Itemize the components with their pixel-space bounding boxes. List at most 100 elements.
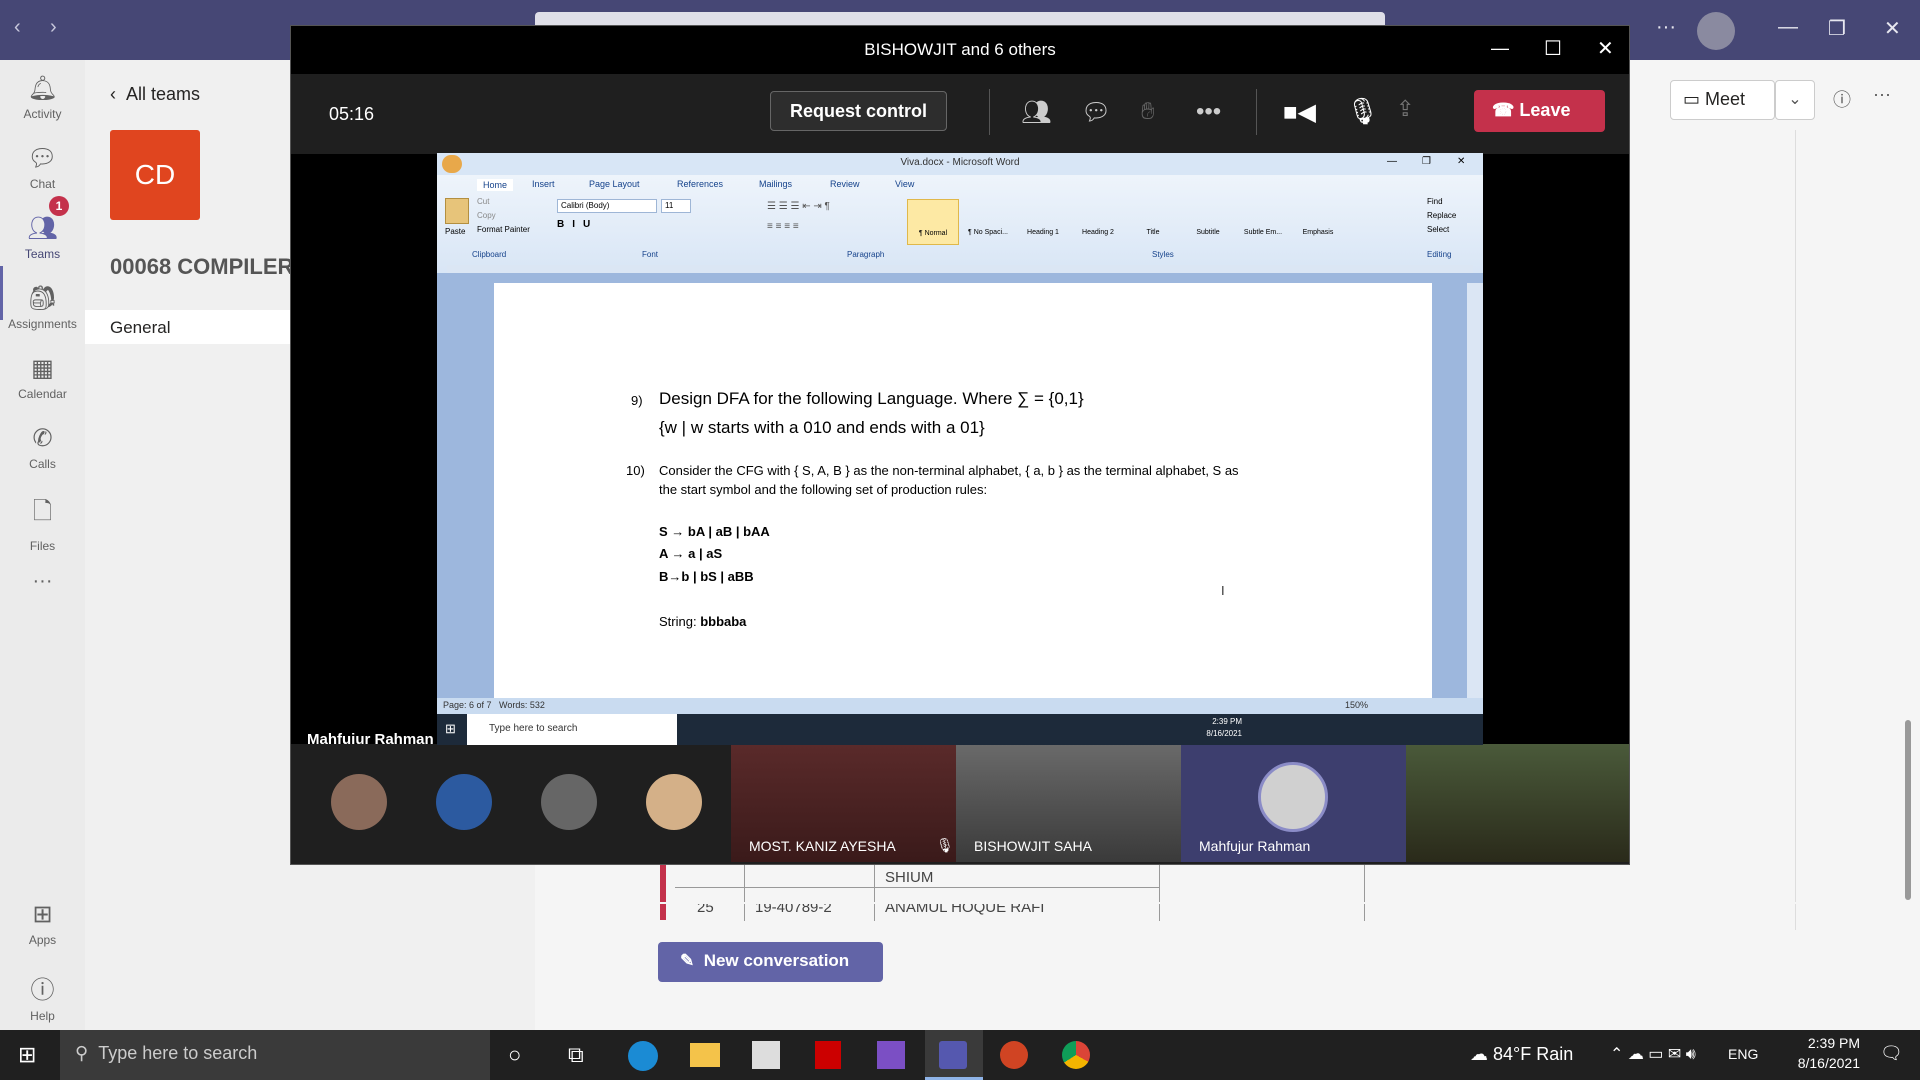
mic-muted-icon: 🎙︎ [936, 837, 954, 853]
style-title[interactable]: Title [1127, 199, 1179, 245]
rail-calendar[interactable]: ▦ Calendar [0, 354, 85, 401]
new-conversation-button[interactable]: ✎ New conversation [658, 942, 883, 982]
style-heading-1[interactable]: Heading 1 [1017, 199, 1069, 245]
close-icon[interactable]: ✕ [1597, 36, 1614, 61]
participant-avatar[interactable] [331, 774, 387, 830]
paste-label[interactable]: Paste [445, 227, 465, 236]
ribbon-tab-view[interactable]: View [895, 179, 914, 189]
all-teams-link[interactable]: ‹ All teams [110, 84, 200, 105]
font-size-select[interactable]: 11 [661, 199, 691, 213]
leave-button[interactable]: ☎ Leave [1474, 90, 1605, 132]
participants-icon[interactable]: 👥︎ [1021, 98, 1051, 127]
format-painter-button[interactable]: Format Painter [477, 225, 530, 234]
minimize-icon[interactable]: — [1778, 16, 1798, 39]
clock-date[interactable]: 8/16/2021 [1770, 1055, 1860, 1071]
align-icons[interactable]: ≡ ≡ ≡ ≡ [767, 221, 799, 232]
cortana-icon[interactable]: ○ [508, 1042, 521, 1068]
select-button[interactable]: Select [1427, 225, 1449, 234]
vertical-scrollbar[interactable] [1467, 283, 1483, 698]
list-icons[interactable]: ☰ ☰ ☰ ⇤ ⇥ ¶ [767, 201, 830, 212]
zoom-level[interactable]: 150% [1345, 700, 1368, 710]
style-no-spacing[interactable]: ¶ No Spaci... [962, 199, 1014, 245]
rail-apps[interactable]: ⊞ Apps [0, 900, 85, 947]
copy-button[interactable]: Copy [477, 211, 496, 220]
minimize-icon[interactable]: — [1491, 38, 1509, 59]
style-subtitle[interactable]: Subtitle [1182, 199, 1234, 245]
rail-activity[interactable]: 🔔︎ Activity [0, 74, 85, 121]
participant-avatar[interactable] [646, 774, 702, 830]
ribbon-tab-page-layout[interactable]: Page Layout [589, 179, 640, 189]
request-control-button[interactable]: Request control [770, 91, 947, 131]
ribbon-tab-review[interactable]: Review [830, 179, 860, 189]
more-apps-icon[interactable]: ··· [0, 570, 85, 593]
meet-dropdown-chevron-icon[interactable]: ⌄ [1775, 80, 1815, 120]
text-cursor-icon: I [1221, 583, 1225, 598]
more-options-icon[interactable]: ··· [1873, 84, 1891, 105]
paste-icon[interactable] [445, 198, 469, 224]
maximize-icon[interactable]: ☐ [1544, 36, 1562, 61]
rail-chat[interactable]: 💬︎ Chat [0, 144, 85, 191]
meet-button[interactable]: ▭ Meet [1670, 80, 1775, 120]
system-tray-icons[interactable]: ⌃ ☁ ▭ ✉ 🔊︎ [1610, 1044, 1696, 1064]
notifications-icon[interactable]: 🗨︎ [1880, 1043, 1903, 1064]
style-subtle-emphasis[interactable]: Subtle Em... [1237, 199, 1289, 245]
close-icon[interactable]: ✕ [1457, 156, 1465, 167]
ribbon-tab-insert[interactable]: Insert [532, 179, 555, 189]
style-normal[interactable]: ¶ Normal [907, 199, 959, 245]
clock-time[interactable]: 2:39 PM [1770, 1035, 1860, 1051]
participant-tile[interactable]: Mahfujur Rahman [1181, 744, 1406, 862]
find-button[interactable]: Find [1427, 197, 1443, 206]
visual-studio-icon[interactable] [877, 1041, 905, 1069]
task-view-icon[interactable]: ⧉ [568, 1042, 584, 1068]
more-options-icon[interactable]: ··· [1656, 16, 1676, 39]
edge-icon[interactable] [628, 1041, 658, 1071]
back-arrow-icon[interactable]: ‹ [14, 16, 21, 39]
style-heading-2[interactable]: Heading 2 [1072, 199, 1124, 245]
rail-teams[interactable]: 👥︎ Teams [0, 214, 85, 261]
meeting-chat-icon[interactable]: 💬︎ [1081, 98, 1111, 127]
windows-start-icon[interactable]: ⊞ [18, 1042, 36, 1068]
chrome-icon[interactable] [1062, 1041, 1090, 1069]
camera-icon[interactable]: ■◀ [1283, 98, 1316, 127]
language-indicator[interactable]: ENG [1728, 1046, 1758, 1062]
more-actions-icon[interactable]: ••• [1196, 98, 1221, 126]
rail-calls[interactable]: ✆ Calls [0, 424, 85, 471]
microphone-icon[interactable]: 🎙︎ [1346, 96, 1379, 127]
rail-help[interactable]: ⓘ Help [0, 970, 85, 1023]
participant-video[interactable]: MOST. KANIZ AYESHA 🎙︎ [731, 744, 956, 862]
share-tray-icon[interactable]: ⇪ [1396, 96, 1414, 122]
taskbar-search[interactable]: ⚲ Type here to search [60, 1030, 490, 1080]
cut-button[interactable]: Cut [477, 197, 489, 206]
file-explorer-icon[interactable] [690, 1043, 720, 1067]
raise-hand-icon[interactable]: ✋︎ [1141, 98, 1155, 126]
acrobat-icon[interactable] [815, 1041, 841, 1069]
store-icon[interactable] [752, 1041, 780, 1069]
font-format-icons[interactable]: BIU [557, 219, 598, 230]
participant-video[interactable] [1406, 744, 1629, 862]
participant-avatar[interactable] [541, 774, 597, 830]
document-page[interactable]: 9) Design DFA for the following Language… [494, 283, 1432, 713]
status-page[interactable]: Page: 6 of 7 [443, 700, 492, 710]
minimize-icon[interactable]: — [1387, 156, 1397, 167]
weather-widget[interactable]: ☁ 84°F Rain [1470, 1044, 1573, 1065]
teams-taskbar-button[interactable] [925, 1030, 983, 1080]
forward-arrow-icon[interactable]: › [50, 16, 57, 39]
ribbon-tab-home[interactable]: Home [477, 179, 514, 191]
info-icon[interactable]: ⓘ [1833, 86, 1851, 112]
scrollbar-thumb[interactable] [1905, 720, 1911, 900]
profile-avatar[interactable] [1697, 12, 1735, 50]
rail-assignments[interactable]: 🎒︎ Assignments [0, 284, 85, 331]
ribbon-tab-mailings[interactable]: Mailings [759, 179, 792, 189]
ribbon-tab-references[interactable]: References [677, 179, 723, 189]
restore-icon[interactable]: ❐ [1422, 156, 1431, 167]
participant-avatar[interactable] [436, 774, 492, 830]
participant-video[interactable]: BISHOWJIT SAHA [956, 744, 1181, 862]
status-words[interactable]: Words: 532 [499, 700, 545, 710]
rail-files[interactable]: 🗋︎ Files [0, 494, 85, 553]
style-emphasis[interactable]: Emphasis [1292, 199, 1344, 245]
restore-icon[interactable]: ❐ [1828, 16, 1846, 41]
close-icon[interactable]: ✕ [1884, 16, 1901, 41]
font-name-select[interactable]: Calibri (Body) [557, 199, 657, 213]
replace-button[interactable]: Replace [1427, 211, 1456, 220]
powerpoint-icon[interactable] [1000, 1041, 1028, 1069]
